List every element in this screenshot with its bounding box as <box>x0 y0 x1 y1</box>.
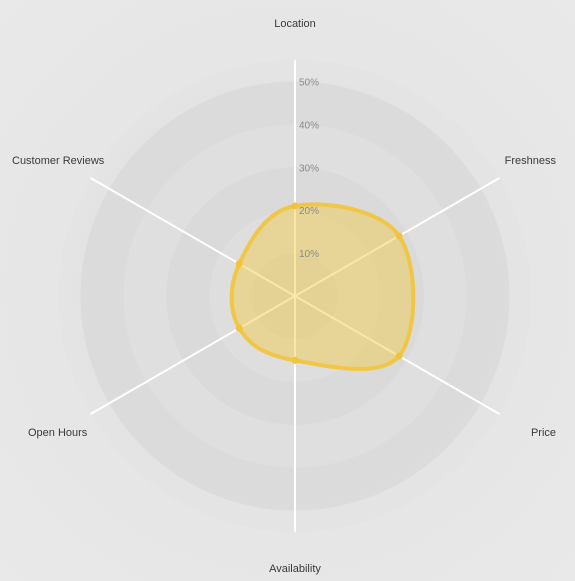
tick-label-10: 10% <box>299 249 319 260</box>
axis-label-customer-reviews: Customer Reviews <box>12 155 105 167</box>
tick-label-50: 50% <box>299 77 319 88</box>
tick-label-20: 20% <box>299 206 319 217</box>
series-layer <box>229 202 416 371</box>
data-point-price[interactable] <box>395 352 403 360</box>
data-point-open-hours[interactable] <box>235 324 243 332</box>
series-area-0 <box>229 202 416 371</box>
axis-label-freshness: Freshness <box>505 155 557 167</box>
tick-label-30: 30% <box>299 163 319 174</box>
axis-label-price: Price <box>531 427 556 439</box>
axis-label-location: Location <box>274 18 316 30</box>
data-point-customer-reviews[interactable] <box>235 260 243 268</box>
data-point-location[interactable] <box>291 202 299 210</box>
axis-label-open-hours: Open Hours <box>28 427 88 439</box>
tick-label-40: 40% <box>299 120 319 131</box>
data-point-availability[interactable] <box>291 356 299 364</box>
axis-label-availability: Availability <box>269 563 321 575</box>
radar-chart: 10% 20% 30% 40% 50% Location Freshness Price Av… <box>12 18 557 575</box>
data-point-freshness[interactable] <box>395 232 403 240</box>
radar-chart-container: 10% 20% 30% 40% 50% Location Freshness Price Av… <box>0 0 575 581</box>
